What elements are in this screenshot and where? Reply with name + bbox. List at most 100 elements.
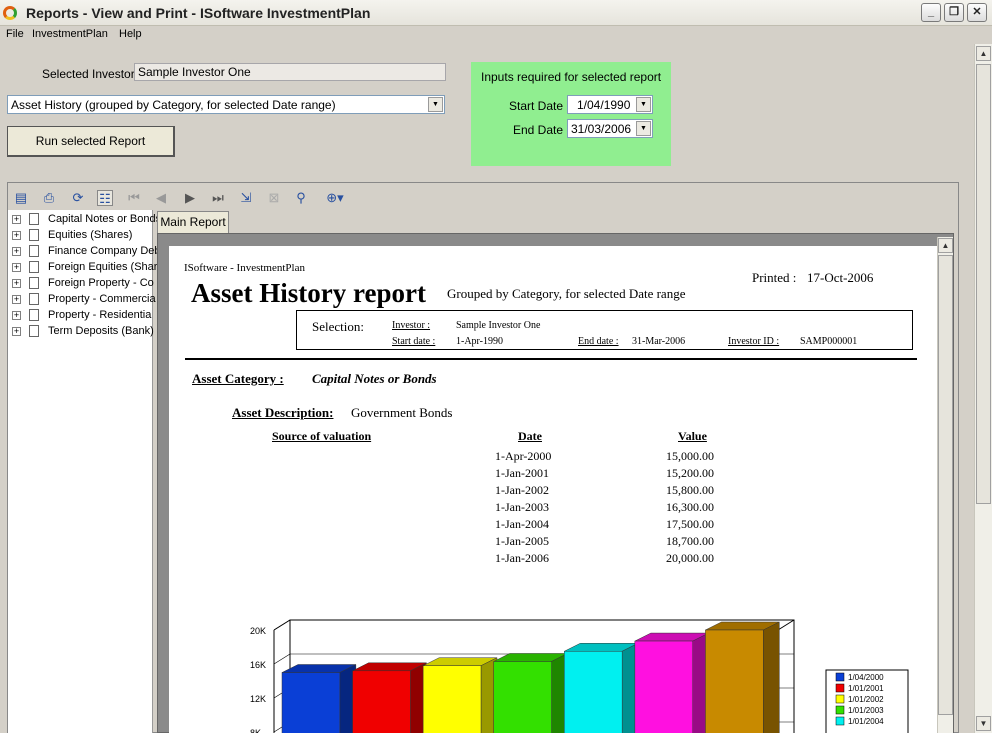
document-icon	[29, 245, 39, 257]
tab-main-report[interactable]: Main Report	[157, 211, 229, 233]
chart-legend-swatch	[835, 716, 845, 726]
chart-bar	[705, 629, 764, 733]
expand-icon[interactable]: +	[12, 311, 21, 320]
menu-investmentplan[interactable]: InvestmentPlan	[32, 28, 108, 40]
start-date-report-label: Start date :	[392, 336, 436, 347]
tree-item[interactable]: + Foreign Equities (Shar	[8, 260, 157, 276]
table-row-value: 15,200.00	[666, 466, 714, 480]
chart-bar-side	[763, 621, 780, 733]
prev-page-icon[interactable]: ◀	[153, 190, 169, 206]
close-button[interactable]: ✕	[967, 3, 987, 22]
restore-button[interactable]: ❐	[944, 3, 964, 22]
asset-category-label: Asset Category :	[192, 371, 284, 386]
table-row-date: 1-Jan-2002	[495, 483, 549, 497]
scroll-down-icon[interactable]: ▼	[976, 716, 991, 731]
refresh-icon[interactable]: ⟳	[70, 190, 86, 206]
report-select[interactable]: Asset History (grouped by Category, for …	[7, 95, 445, 114]
main-scrollbar[interactable]: ▲ ▼	[974, 44, 992, 733]
investor-id-label: Investor ID :	[728, 336, 780, 347]
tree-item[interactable]: + Equities (Shares)	[8, 228, 153, 244]
document-icon	[29, 325, 39, 337]
end-date-report-value: 31-Mar-2006	[632, 336, 686, 347]
tree-item[interactable]: + Term Deposits (Bank)	[8, 324, 154, 340]
inputs-panel-title: Inputs required for selected report	[481, 70, 662, 84]
chart-bar	[281, 672, 341, 733]
stop-icon[interactable]: ⊠	[266, 190, 282, 206]
report-subtitle: Grouped by Category, for selected Date r…	[447, 286, 686, 301]
menu-help[interactable]: Help	[119, 28, 142, 40]
chart-bar	[564, 651, 623, 733]
chart-legend-label: 1/01/2002	[848, 695, 884, 704]
window-title: Reports - View and Print - ISoftware Inv…	[26, 5, 371, 21]
selected-investor-field: Sample Investor One	[134, 63, 446, 81]
first-page-icon[interactable]: ⏮	[126, 190, 142, 206]
start-date-label: Start Date	[509, 99, 564, 113]
asset-description-value: Government Bonds	[351, 405, 453, 420]
export-icon[interactable]: ▤	[13, 190, 29, 206]
start-date-value: 1/04/1990	[577, 98, 631, 112]
search-icon[interactable]: ⚲	[293, 190, 309, 206]
table-row-value: 15,000.00	[666, 449, 714, 463]
title-bar: Reports - View and Print - ISoftware Inv…	[0, 0, 992, 26]
next-page-icon[interactable]: ▶	[182, 190, 198, 206]
chart-bar	[352, 670, 411, 733]
scroll-thumb[interactable]	[976, 64, 991, 504]
scroll-up-icon[interactable]: ▲	[976, 46, 991, 61]
menu-file[interactable]: File	[6, 28, 24, 40]
expand-icon[interactable]: +	[12, 327, 21, 336]
group-tree: + Capital Notes or Bonds + Equities (Share…	[8, 210, 161, 733]
chart-gridline	[273, 653, 291, 665]
asset-category-value: Capital Notes or Bonds	[312, 371, 437, 386]
selection-label: Selection:	[312, 319, 364, 334]
print-icon[interactable]: ⎙	[41, 190, 57, 206]
minimize-button[interactable]: _	[921, 3, 941, 22]
chart-y-tick-label: 16K	[250, 660, 266, 670]
start-date-picker[interactable]: 1/04/1990 ▼	[567, 95, 653, 114]
document-icon	[29, 309, 39, 321]
chart-bar	[422, 665, 482, 733]
chart-legend-label: 1/04/2000	[848, 673, 884, 682]
run-report-button[interactable]: Run selected Report	[7, 126, 175, 157]
table-row-date: 1-Jan-2006	[495, 551, 549, 565]
report-title: Asset History report	[191, 278, 426, 308]
chart-legend-swatch	[835, 672, 845, 682]
expand-icon[interactable]: +	[12, 295, 21, 304]
table-row-date: 1-Apr-2000	[495, 449, 552, 463]
selection-box: Selection: Investor : Sample Investor On…	[296, 310, 913, 350]
expand-icon[interactable]: +	[12, 279, 21, 288]
chart-y-tick-label: 8K	[250, 728, 261, 733]
col-source-header: Source of valuation	[272, 429, 372, 443]
tree-item[interactable]: + Property - Commercia	[8, 292, 156, 308]
tree-item[interactable]: + Capital Notes or Bonds	[8, 212, 161, 228]
chart-legend-label: 1/01/2001	[848, 684, 884, 693]
chevron-down-icon[interactable]: ▼	[636, 97, 651, 112]
chevron-down-icon[interactable]: ▼	[636, 121, 651, 136]
tree-item[interactable]: + Foreign Property - Co	[8, 276, 154, 292]
expand-icon[interactable]: +	[12, 215, 21, 224]
chart-legend-label: 1/01/2004	[848, 717, 884, 726]
group-tree-icon[interactable]: ☷	[97, 190, 113, 206]
chart-bar	[634, 640, 693, 733]
report-select-value: Asset History (grouped by Category, for …	[11, 98, 336, 112]
chart-legend-swatch	[835, 705, 845, 715]
expand-icon[interactable]: +	[12, 247, 21, 256]
chart-legend-swatch	[835, 683, 845, 693]
expand-icon[interactable]: +	[12, 231, 21, 240]
selected-investor-label: Selected Investor	[42, 67, 135, 81]
goto-page-icon[interactable]: ⇲	[238, 190, 254, 206]
expand-icon[interactable]: +	[12, 263, 21, 272]
scroll-up-icon[interactable]: ▲	[938, 238, 953, 253]
report-scrollbar[interactable]: ▲	[937, 237, 953, 733]
tree-item[interactable]: + Property - Residentia	[8, 308, 153, 324]
end-date-picker[interactable]: 31/03/2006 ▼	[567, 119, 653, 138]
chevron-down-icon[interactable]: ▼	[428, 97, 443, 112]
table-row-value: 17,500.00	[666, 517, 714, 531]
last-page-icon[interactable]: ⏭	[210, 190, 226, 206]
chart-gridline	[273, 619, 291, 631]
table-row-value: 16,300.00	[666, 500, 714, 514]
scroll-thumb[interactable]	[938, 255, 953, 715]
zoom-icon[interactable]: ⊕▾	[321, 190, 349, 206]
col-date-header: Date	[518, 429, 542, 443]
investor-value: Sample Investor One	[456, 320, 541, 331]
tree-item[interactable]: + Finance Company Deb	[8, 244, 161, 260]
